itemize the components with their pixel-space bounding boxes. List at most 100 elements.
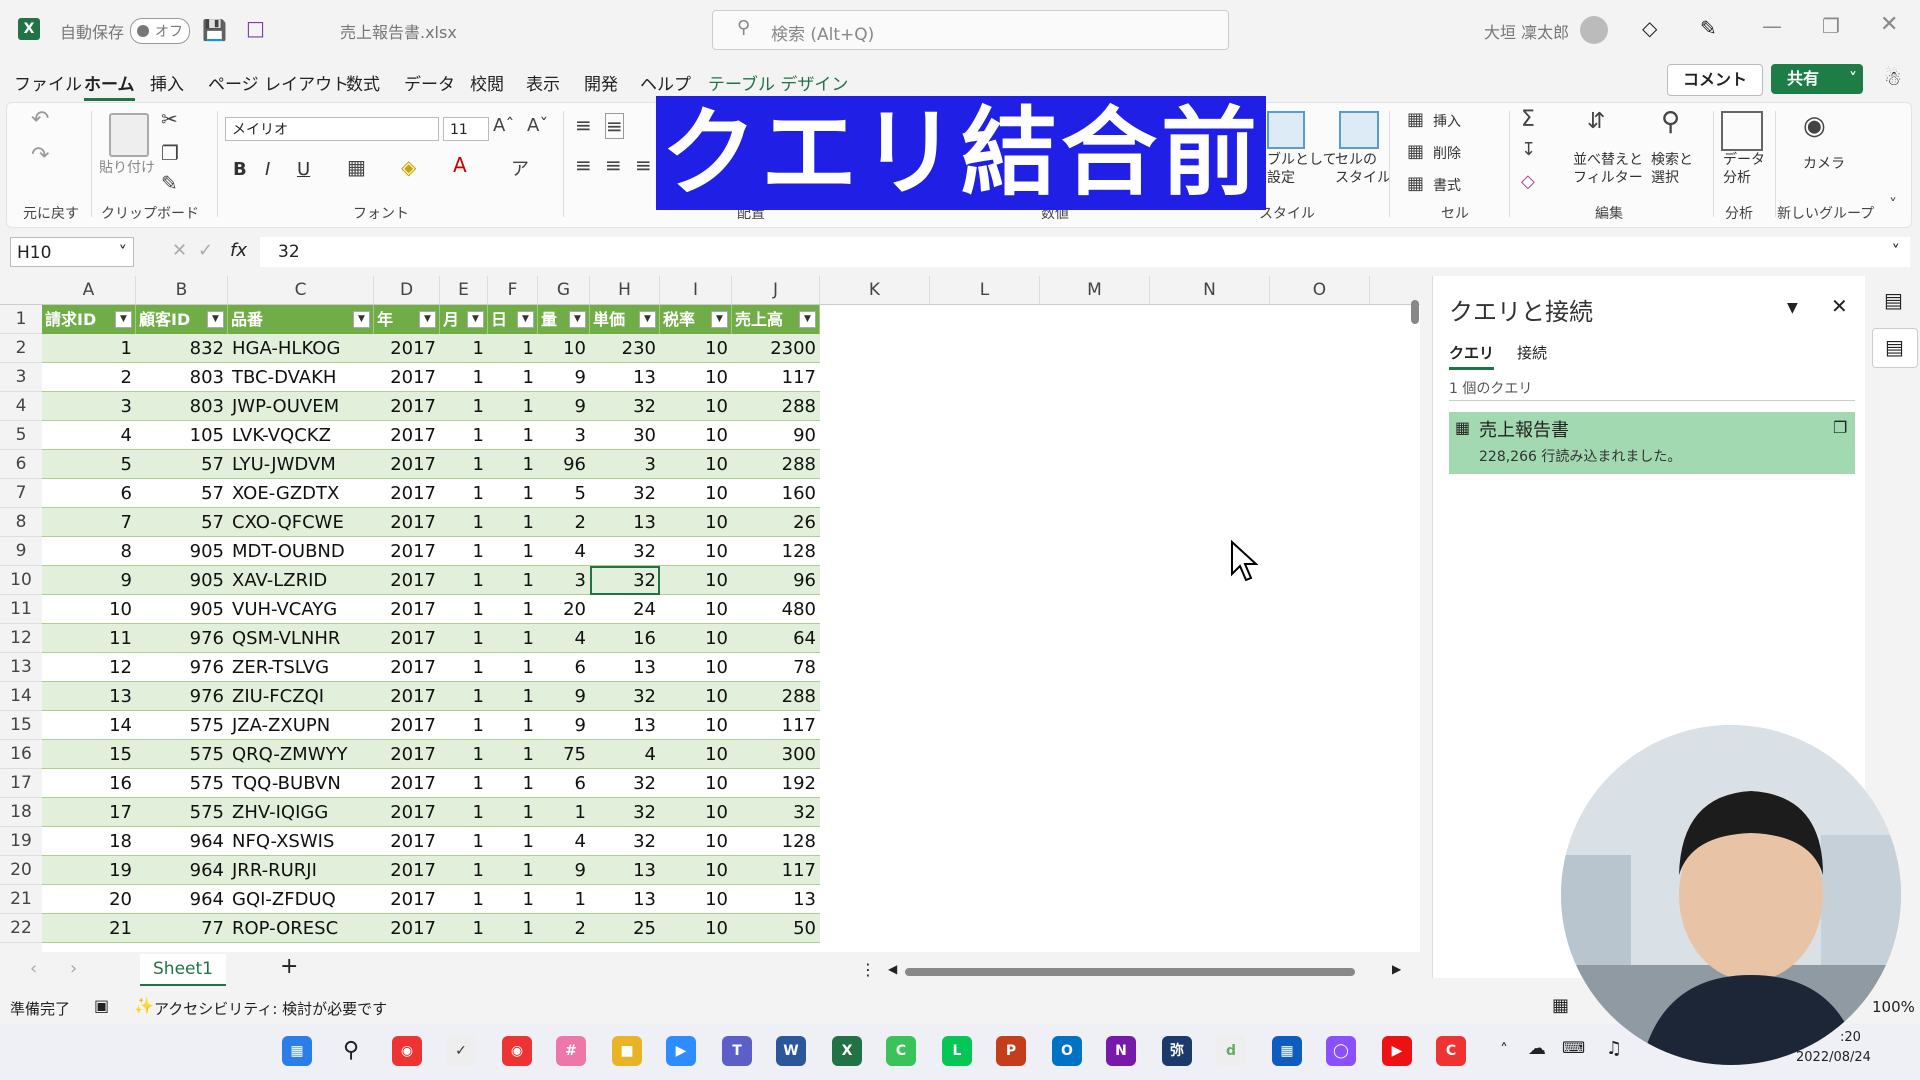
d-app-icon[interactable]: d [1216,1036,1246,1066]
feedback-icon[interactable]: ☃ [1884,66,1902,90]
sort-filter-icon[interactable]: ⇵ [1587,109,1605,134]
table-cell[interactable]: 105 [136,421,228,450]
table-cell[interactable]: 8 [42,537,136,566]
table-cell[interactable]: 1 [488,827,538,856]
menu-page-layout[interactable]: ページ レイアウト [208,70,349,95]
undo-icon[interactable]: ↶ [31,107,49,132]
table-cell[interactable]: 7 [42,508,136,537]
row-header[interactable]: 11 [0,595,42,624]
table-cell[interactable]: 964 [136,885,228,914]
filter-dropdown-icon[interactable]: ▼ [799,311,816,328]
table-cell[interactable]: 15 [42,740,136,769]
table-cell[interactable]: 21 [42,914,136,943]
table-cell[interactable]: 1 [440,711,488,740]
row-header[interactable]: 17 [0,769,42,798]
table-cell[interactable]: 2 [538,508,590,537]
table-cell[interactable]: 20 [538,595,590,624]
table-cell[interactable]: 57 [136,479,228,508]
table-cell[interactable]: 2017 [374,682,440,711]
avatar[interactable] [1580,16,1608,44]
column-header[interactable]: G [538,276,590,304]
table-cell[interactable]: 1 [488,653,538,682]
row-header[interactable]: 1 [0,305,42,334]
table-cell[interactable]: 13 [590,653,660,682]
table-cell[interactable]: 10 [660,508,732,537]
table-cell[interactable]: 10 [660,334,732,363]
table-cell[interactable]: 2017 [374,885,440,914]
table-cell[interactable]: 77 [136,914,228,943]
table-cell[interactable]: 13 [42,682,136,711]
table-cell[interactable]: 17 [42,798,136,827]
table-cell[interactable]: 1 [440,798,488,827]
table-cell[interactable]: 10 [660,798,732,827]
table-cell[interactable]: 5 [42,450,136,479]
table-cell[interactable]: ZIU-FCZQI [228,682,374,711]
table-cell[interactable]: 300 [732,740,820,769]
table-cell[interactable]: 11 [42,624,136,653]
table-cell[interactable]: 1 [488,885,538,914]
column-header[interactable]: N [1150,276,1270,304]
camtasia-icon[interactable]: C [886,1036,916,1066]
table-cell[interactable]: 13 [732,885,820,914]
add-sheet-icon[interactable]: + [280,954,298,979]
font-size-select[interactable]: 11 [443,117,489,141]
properties-icon[interactable]: ▤ [1884,288,1903,312]
table-cell[interactable]: 1 [440,392,488,421]
windows-start-icon[interactable]: ▦ [282,1036,312,1066]
table-cell[interactable]: 1 [440,827,488,856]
table-cell[interactable]: 1 [440,450,488,479]
table-cell[interactable]: 90 [732,421,820,450]
next-sheet-icon[interactable]: › [70,958,77,979]
table-cell[interactable]: 2017 [374,711,440,740]
insert-label[interactable]: 挿入 [1433,111,1461,131]
table-header-cell[interactable]: 年 ▼ [374,305,440,334]
filter-dropdown-icon[interactable]: ▼ [353,311,370,328]
row-header[interactable]: 15 [0,711,42,740]
table-cell[interactable]: 117 [732,711,820,740]
menu-table-design[interactable]: テーブル デザイン [708,70,848,95]
column-header[interactable]: J [732,276,820,304]
filter-dropdown-icon[interactable]: ▼ [467,311,484,328]
scroll-right-icon[interactable]: ▶ [1392,962,1401,976]
table-cell[interactable]: VUH-VCAYG [228,595,374,624]
bold-button[interactable]: B [233,159,247,180]
table-cell[interactable]: 30 [590,421,660,450]
table-cell[interactable]: 1 [440,624,488,653]
table-cell[interactable]: 1 [440,740,488,769]
table-cell[interactable]: 117 [732,856,820,885]
table-cell[interactable]: 2017 [374,479,440,508]
table-cell[interactable]: 10 [660,769,732,798]
table-cell[interactable]: 3 [538,421,590,450]
table-cell[interactable]: 2017 [374,769,440,798]
prev-sheet-icon[interactable]: ‹ [30,958,37,979]
table-cell[interactable]: 1 [440,334,488,363]
onedrive-icon[interactable]: ☁ [1528,1038,1546,1059]
table-cell[interactable]: TQQ-BUBVN [228,769,374,798]
table-cell[interactable]: 575 [136,711,228,740]
row-header[interactable]: 18 [0,798,42,827]
table-cell[interactable]: 480 [732,595,820,624]
table-cell[interactable]: 13 [590,885,660,914]
table-cell[interactable]: 10 [660,856,732,885]
format-painter-icon[interactable]: ✎ [161,171,178,195]
table-cell[interactable]: 19 [42,856,136,885]
teams-icon[interactable]: T [722,1036,752,1066]
menu-file[interactable]: ファイル [14,70,82,95]
word-icon[interactable]: W [776,1036,806,1066]
table-cell[interactable]: 10 [660,885,732,914]
macro-record-icon[interactable]: ▣ [94,996,109,1015]
table-cell[interactable]: 4 [42,421,136,450]
zoom-level[interactable]: 100% [1872,998,1915,1016]
table-cell[interactable]: 1 [488,740,538,769]
table-cell[interactable]: 3 [590,450,660,479]
table-cell[interactable]: 12 [42,653,136,682]
table-cell[interactable]: 575 [136,798,228,827]
table-header-cell[interactable]: 品番 ▼ [228,305,374,334]
row-header[interactable]: 20 [0,856,42,885]
panel-close-icon[interactable]: ✕ [1831,294,1848,318]
redo-icon[interactable]: ↷ [31,143,49,168]
table-cell[interactable]: 10 [660,740,732,769]
table-cell[interactable]: 2017 [374,740,440,769]
table-cell[interactable]: 1 [488,421,538,450]
table-cell[interactable]: 10 [660,392,732,421]
